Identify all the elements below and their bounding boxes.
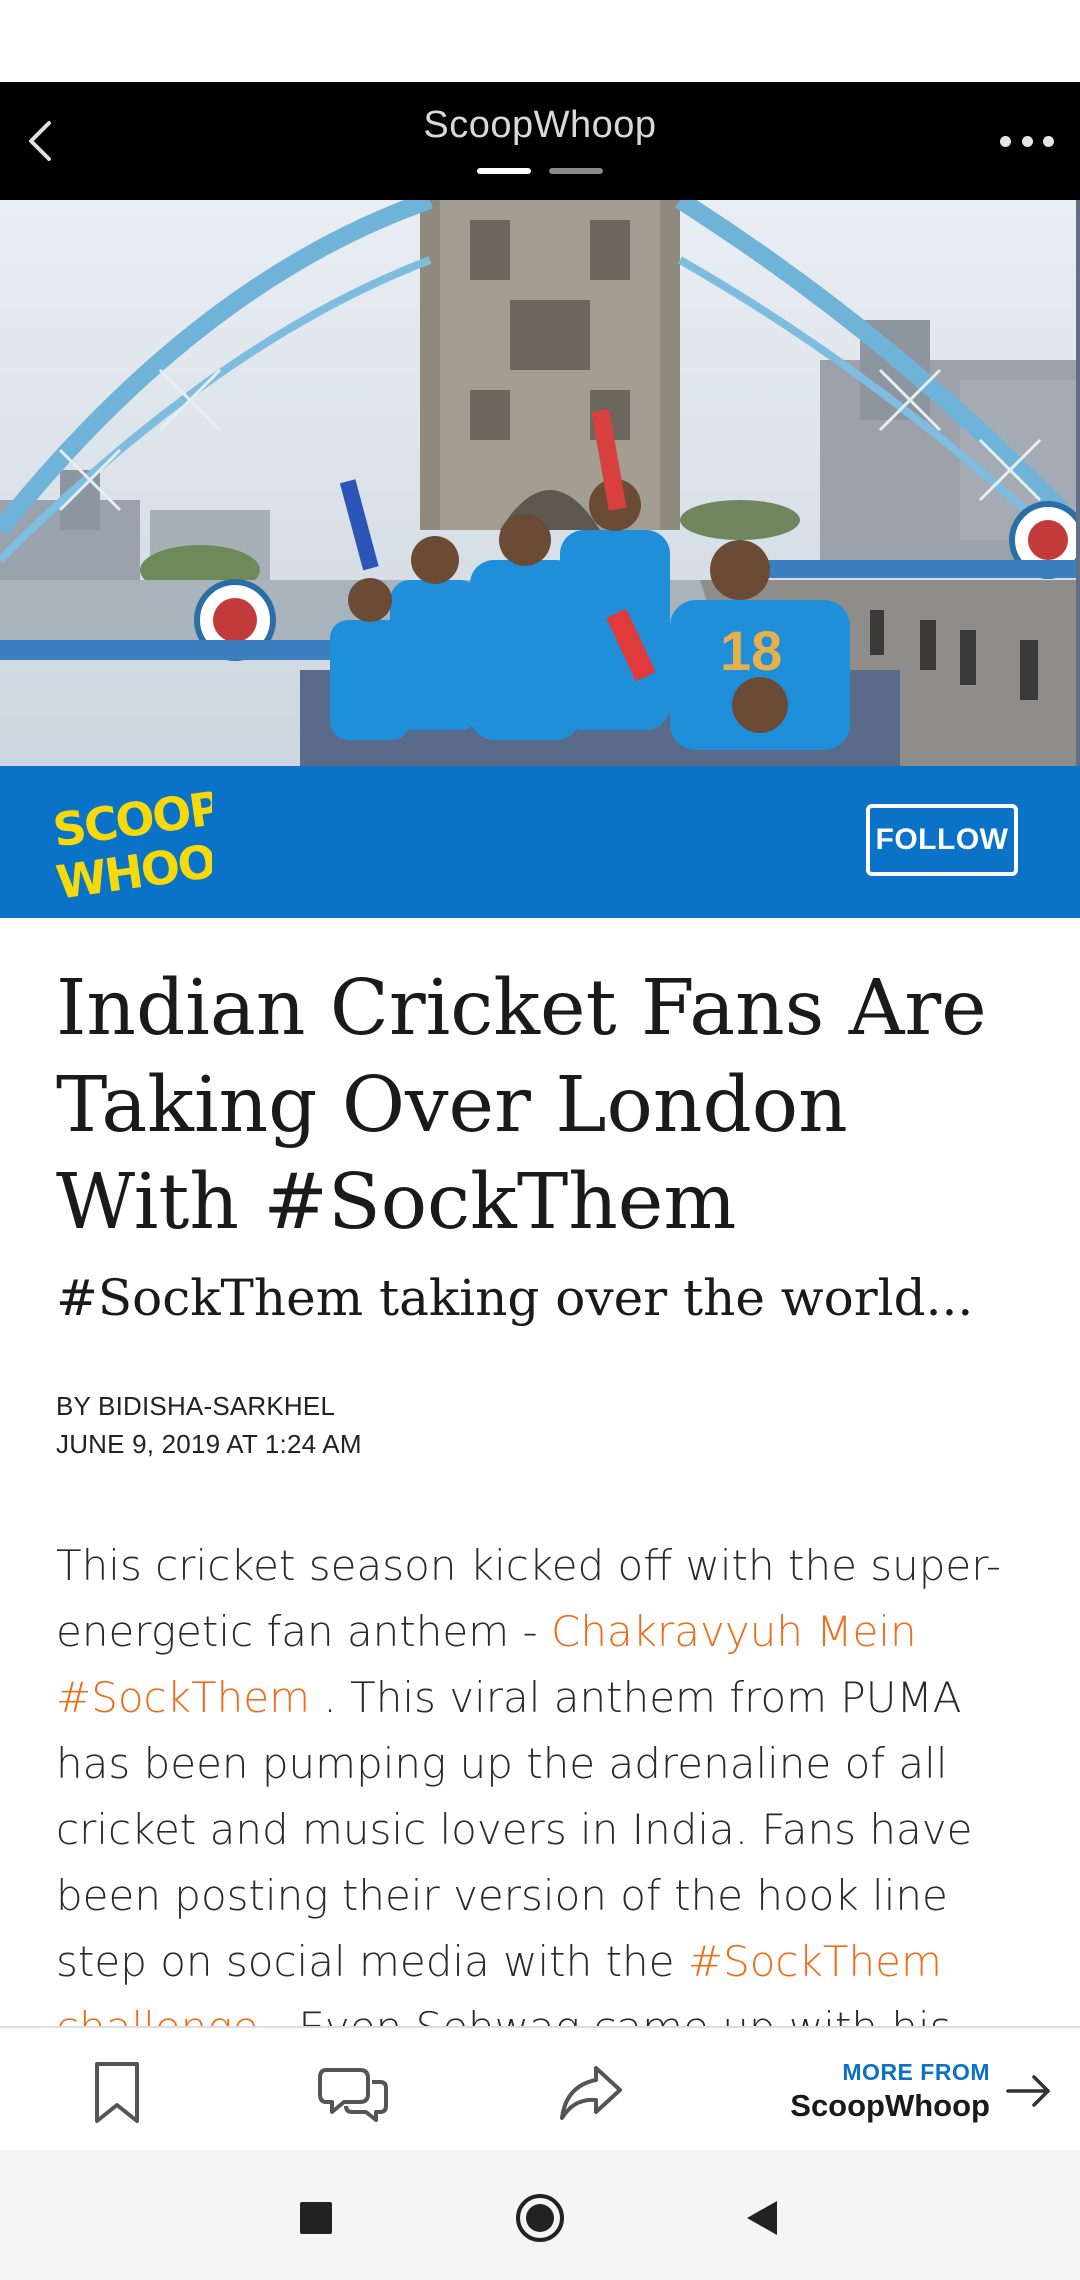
recents-button[interactable] xyxy=(286,2188,346,2248)
more-horizontal-icon xyxy=(1000,135,1011,147)
page-indicator-dot-active xyxy=(477,168,531,174)
article-content: Indian Cricket Fans Are Taking Over Lond… xyxy=(56,960,1036,2061)
system-nav-bar xyxy=(0,2150,1080,2280)
bookmark-icon xyxy=(95,2062,139,2123)
page-indicator-dot xyxy=(549,168,603,174)
share-icon xyxy=(560,2066,622,2120)
home-button[interactable] xyxy=(510,2188,570,2248)
page-indicator xyxy=(0,168,1080,174)
publisher-band: SCOOP WHOOP FOLLOW xyxy=(0,766,1080,918)
status-bar xyxy=(0,0,1080,82)
more-dot xyxy=(1043,135,1054,147)
bookmark-button[interactable] xyxy=(82,2058,152,2128)
arrow-right-icon xyxy=(1006,2075,1050,2107)
more-from-publisher-button[interactable]: MORE FROM ScoopWhoop xyxy=(790,2054,1052,2128)
square-icon xyxy=(300,2202,332,2234)
follow-button[interactable]: FOLLOW xyxy=(866,804,1018,876)
article-subheadline: #SockThem taking over the world... xyxy=(56,1269,974,1327)
article-screen: ScoopWhoop 18 SCOOP WHOOP FOLLOW Indian … xyxy=(0,0,1080,2280)
more-from-label: MORE FROM xyxy=(842,2058,990,2085)
article-headline: Indian Cricket Fans Are Taking Over Lond… xyxy=(56,964,987,1247)
more-from-publisher-name: ScoopWhoop xyxy=(790,2087,990,2123)
comment-icon xyxy=(318,2068,388,2122)
hero-image[interactable]: 18 xyxy=(0,200,1080,766)
more-options-button[interactable] xyxy=(1000,126,1054,156)
comment-button[interactable] xyxy=(318,2058,388,2128)
svg-text:18: 18 xyxy=(720,619,782,682)
more-from-text: MORE FROM ScoopWhoop xyxy=(790,2059,990,2124)
triangle-back-icon xyxy=(747,2201,777,2235)
header-title: ScoopWhoop xyxy=(423,104,657,146)
share-button[interactable] xyxy=(556,2058,626,2128)
publish-date: JUNE 9, 2019 AT 1:24 AM xyxy=(56,1429,362,1459)
article-action-bar: MORE FROM ScoopWhoop xyxy=(0,2026,1080,2150)
article-byline: BY BIDISHA-SARKHEL JUNE 9, 2019 AT 1:24 … xyxy=(56,1387,1036,1463)
system-back-button[interactable] xyxy=(732,2188,792,2248)
author-name[interactable]: BY BIDISHA-SARKHEL xyxy=(56,1387,1036,1425)
circle-icon xyxy=(516,2194,564,2242)
scoopwhoop-logo[interactable]: SCOOP WHOOP xyxy=(52,784,212,904)
hero-photo: 18 xyxy=(0,200,1080,766)
top-header: ScoopWhoop xyxy=(0,82,1080,200)
more-dot xyxy=(1021,135,1033,147)
article-body: This cricket season kicked off with the … xyxy=(56,1533,1036,2061)
